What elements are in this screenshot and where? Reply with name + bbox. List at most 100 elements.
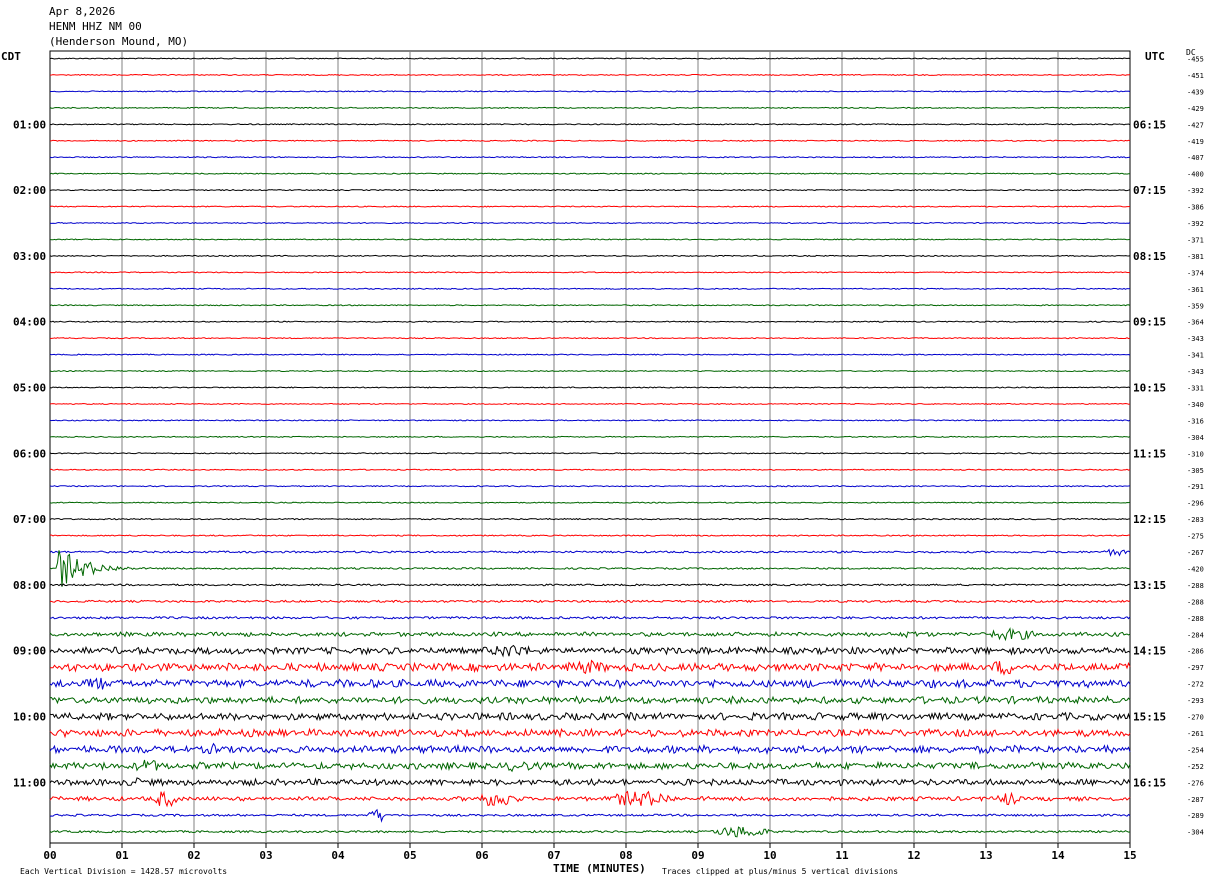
trace-line <box>49 550 1131 587</box>
trace-line <box>49 57 1131 60</box>
dc-offset-label: -275 <box>1187 533 1204 541</box>
utc-hour-label: 08:15 <box>1133 250 1166 263</box>
x-tick-label: 15 <box>1123 849 1136 862</box>
dc-offset-label: -420 <box>1187 565 1204 573</box>
dc-offset-label: -343 <box>1187 368 1204 376</box>
trace-line <box>49 627 1131 642</box>
dc-offset-label: -293 <box>1187 697 1204 705</box>
trace-line <box>49 156 1131 159</box>
dc-offset-label: -270 <box>1187 714 1204 722</box>
x-tick-label: 07 <box>547 849 560 862</box>
dc-offset-label: -267 <box>1187 549 1204 557</box>
x-tick-label: 13 <box>979 849 992 862</box>
trace-line <box>49 238 1131 241</box>
trace-line <box>49 695 1131 706</box>
dc-offset-label: -451 <box>1187 72 1204 80</box>
dc-offset-label: -341 <box>1187 352 1204 360</box>
trace-line <box>49 501 1131 504</box>
x-tick-label: 11 <box>835 849 849 862</box>
cdt-hour-label: 01:00 <box>13 118 46 131</box>
dc-offset-label: -288 <box>1187 615 1204 623</box>
trace-line <box>49 548 1131 557</box>
trace-line <box>49 402 1131 405</box>
x-tick-label: 10 <box>763 849 776 862</box>
trace-line <box>49 534 1131 537</box>
x-tick-label: 03 <box>259 849 272 862</box>
utc-hour-label: 10:15 <box>1133 382 1166 395</box>
trace-line <box>49 615 1131 620</box>
trace-line <box>49 808 1131 823</box>
dc-offset-label: -304 <box>1187 829 1204 837</box>
trace-line <box>49 659 1131 676</box>
utc-hour-label: 09:15 <box>1133 316 1166 329</box>
dc-offset-label: -407 <box>1187 154 1204 162</box>
dc-offset-label: -361 <box>1187 286 1204 294</box>
dc-offset-label: -296 <box>1187 500 1204 508</box>
trace-line <box>49 304 1131 307</box>
dc-offset-label: -331 <box>1187 385 1204 393</box>
dc-offset-label: -392 <box>1187 220 1204 228</box>
plot-frame <box>49 50 1131 844</box>
dc-offset-label: -427 <box>1187 121 1204 129</box>
trace-line <box>49 517 1131 521</box>
trace-line <box>49 759 1131 773</box>
x-tick-label: 00 <box>43 849 56 862</box>
cdt-hour-label: 09:00 <box>13 645 46 658</box>
dc-offset-label: -392 <box>1187 187 1204 195</box>
utc-hour-label: 07:15 <box>1133 184 1166 197</box>
x-tick-label: 09 <box>691 849 704 862</box>
utc-hour-label: 14:15 <box>1133 645 1166 658</box>
dc-offset-label: -386 <box>1187 204 1204 212</box>
cdt-hour-label: 06:00 <box>13 447 46 460</box>
trace-line <box>49 90 1131 93</box>
dc-offset-label: -288 <box>1187 582 1204 590</box>
dc-offset-label: -419 <box>1187 138 1204 146</box>
utc-hour-label: 16:15 <box>1133 776 1166 789</box>
cdt-hour-label: 02:00 <box>13 184 46 197</box>
utc-hour-label: 11:15 <box>1133 447 1166 460</box>
dc-offset-label: -304 <box>1187 434 1204 442</box>
trace-line <box>49 337 1131 340</box>
trace-line <box>49 172 1130 175</box>
dc-offset-label: -287 <box>1187 796 1204 804</box>
trace-line <box>49 106 1131 109</box>
utc-hour-label: 15:15 <box>1133 711 1166 724</box>
dc-offset-label: -316 <box>1187 417 1204 425</box>
trace-line <box>49 123 1131 126</box>
cdt-hour-label: 04:00 <box>13 316 46 329</box>
dc-offset-label: -305 <box>1187 467 1204 475</box>
trace-line <box>49 677 1131 690</box>
dc-offset-label: -291 <box>1187 483 1204 491</box>
trace-line <box>49 711 1131 722</box>
dc-offset-label: -254 <box>1187 746 1204 754</box>
x-tick-label: 01 <box>115 849 129 862</box>
dc-offset-label: -429 <box>1187 105 1204 113</box>
trace-line <box>50 599 1131 604</box>
cdt-hour-label: 11:00 <box>13 776 46 789</box>
x-tick-label: 14 <box>1051 849 1065 862</box>
dc-offset-label: -374 <box>1187 269 1204 277</box>
x-tick-label: 04 <box>331 849 345 862</box>
trace-line <box>49 73 1131 76</box>
trace-line <box>49 742 1131 756</box>
trace-line <box>49 221 1131 225</box>
trace-line <box>49 353 1131 356</box>
dc-offset-label: -272 <box>1187 681 1204 689</box>
trace-line <box>49 287 1131 290</box>
utc-hour-label: 13:15 <box>1133 579 1166 592</box>
dc-offset-label: -276 <box>1187 779 1204 787</box>
x-tick-label: 08 <box>619 849 632 862</box>
trace-line <box>49 254 1131 257</box>
trace-line <box>49 386 1131 389</box>
trace-line <box>49 583 1130 587</box>
dc-offset-label: -340 <box>1187 401 1204 409</box>
trace-line <box>49 189 1131 192</box>
cdt-hour-label: 05:00 <box>13 382 46 395</box>
dc-offset-label: -297 <box>1187 664 1204 672</box>
x-tick-label: 12 <box>907 849 920 862</box>
x-tick-label: 02 <box>187 849 200 862</box>
dc-offset-label: -286 <box>1187 648 1204 656</box>
dc-offset-label: -252 <box>1187 763 1204 771</box>
dc-offset-label: -283 <box>1187 516 1204 524</box>
trace-line <box>49 370 1130 373</box>
